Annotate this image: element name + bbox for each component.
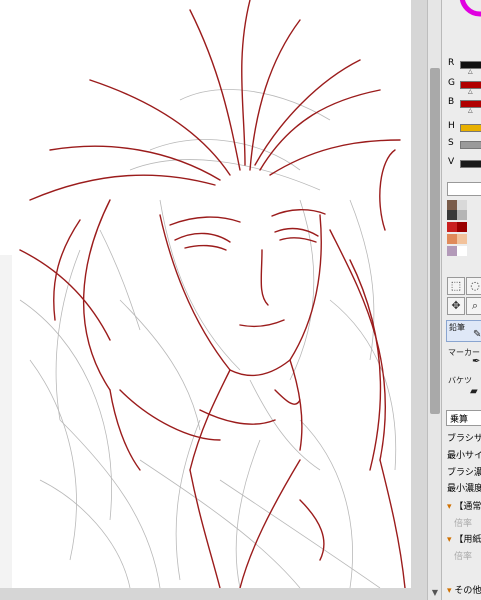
section-normal-toggle[interactable]: ▾ 【通常	[447, 499, 481, 512]
slider-handle-icon[interactable]: △	[468, 89, 473, 95]
slider-handle-icon[interactable]: △	[468, 108, 473, 114]
slider-label: V	[448, 157, 455, 167]
pencil-icon: ✎	[473, 329, 481, 340]
blend-mode-select[interactable]: 乗算	[446, 410, 481, 426]
color-swatch[interactable]	[457, 210, 467, 220]
move-tool-icon[interactable]: ✥	[447, 297, 465, 315]
slider-label: S	[448, 138, 454, 148]
blend-mode-value: 乗算	[450, 415, 469, 425]
collapse-arrow-icon: ▾	[447, 502, 452, 512]
color-swatch[interactable]	[457, 200, 467, 210]
color-swatch[interactable]	[447, 210, 457, 220]
tool-pencil[interactable]: 鉛筆 ✎	[446, 320, 481, 342]
slider-track[interactable]	[460, 141, 481, 149]
tool-bucket-label: バケツ	[448, 376, 472, 385]
slider-label: R	[448, 58, 455, 68]
marker-icon: ✒	[472, 356, 481, 367]
tool-panel: R △ G △ B △ H S V ⬚ ◌ ✥ ⌕ 鉛筆 ✎ マーカー ✒ バケツ ▰ 乗算 ブ…	[441, 0, 481, 600]
slider-b[interactable]: B △	[446, 97, 481, 114]
min-density-label: 最小濃度	[447, 484, 481, 494]
slider-g[interactable]: G △	[446, 78, 481, 95]
color-wheel[interactable]	[456, 0, 481, 26]
collapse-arrow-icon: ▾	[447, 586, 452, 596]
section-normal-label: 【通常	[454, 502, 481, 512]
slider-s[interactable]: S	[446, 138, 481, 154]
collapse-arrow-icon: ▾	[447, 535, 452, 545]
canvas-side-strip	[0, 255, 12, 588]
slider-v[interactable]: V	[446, 157, 481, 173]
scroll-down-arrow-icon[interactable]: ▼	[430, 588, 440, 598]
scrollbar-thumb[interactable]	[430, 68, 440, 414]
slider-label: B	[448, 97, 455, 107]
tool-bucket[interactable]: バケツ ▰	[446, 374, 481, 400]
slider-r[interactable]: R △	[446, 58, 481, 75]
tool-marker[interactable]: マーカー ✒	[446, 346, 481, 370]
color-swatch[interactable]	[447, 200, 457, 210]
swatch-header	[447, 182, 481, 196]
sketch-artwork	[19, 0, 406, 588]
slider-label: G	[448, 78, 455, 88]
tool-pencil-label: 鉛筆	[449, 323, 465, 332]
zoom-tool-icon[interactable]: ⌕	[466, 297, 481, 315]
section-paper-toggle[interactable]: ▾ 【用紙	[447, 532, 481, 545]
section-paper-field: 倍率	[454, 552, 473, 562]
color-swatch[interactable]	[447, 222, 457, 232]
lasso-tool-icon[interactable]: ◌	[466, 277, 481, 295]
slider-h[interactable]: H	[446, 121, 481, 137]
color-swatch[interactable]	[447, 246, 457, 256]
slider-label: H	[448, 121, 455, 131]
section-normal-field: 倍率	[454, 519, 473, 529]
color-swatch[interactable]	[457, 246, 467, 256]
drawing-canvas[interactable]	[0, 0, 411, 588]
canvas-area	[0, 0, 427, 600]
min-size-label: 最小サイ	[447, 451, 481, 461]
color-swatch[interactable]	[447, 234, 457, 244]
canvas-vertical-scrollbar[interactable]: ▼	[427, 0, 441, 600]
selection-tool-icon[interactable]: ⬚	[447, 277, 465, 295]
bucket-icon: ▰	[470, 386, 478, 397]
slider-track[interactable]	[460, 124, 481, 132]
section-other-label: その他	[454, 586, 481, 596]
brush-size-label: ブラシサイ	[447, 434, 481, 444]
section-paper-label: 【用紙	[454, 535, 481, 545]
color-swatch[interactable]	[457, 222, 467, 232]
brush-density-label: ブラシ濃	[447, 468, 481, 478]
paint-app: ▼ R △ G △ B △ H S V ⬚ ◌ ✥ ⌕ 鉛筆 ✎ マーカー ✒ バケツ ▰ 乗算	[0, 0, 481, 600]
slider-handle-icon[interactable]: △	[468, 69, 473, 75]
slider-track[interactable]	[460, 160, 481, 168]
section-other-toggle[interactable]: ▾ その他	[447, 583, 481, 596]
color-swatch[interactable]	[457, 234, 467, 244]
